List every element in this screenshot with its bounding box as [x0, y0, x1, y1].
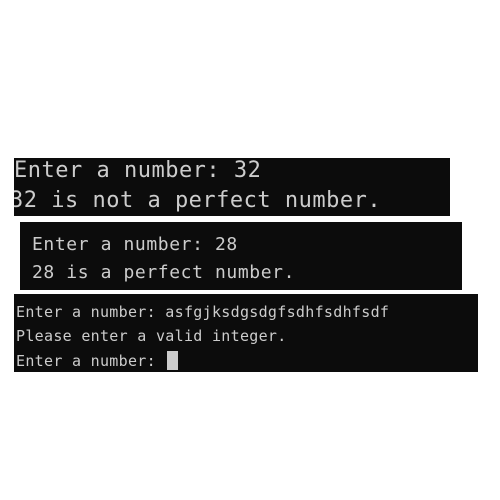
terminal-line: 32 is not a perfect number.: [14, 188, 382, 213]
terminal-line: Enter a number: 32: [14, 158, 262, 183]
terminal-output-panel-3[interactable]: Enter a number: asfgjksdgsdgfsdhfsdhfsdf…: [14, 294, 478, 372]
terminal-line: Please enter a valid integer.: [16, 327, 287, 345]
terminal-output-panel-1: Enter a number: 32 32 is not a perfect n…: [14, 158, 450, 216]
screenshot-canvas: Enter a number: 32 32 is not a perfect n…: [0, 0, 500, 500]
text-cursor: [167, 351, 179, 370]
terminal-line: Enter a number: 28: [32, 234, 238, 255]
terminal-prompt-text: Enter a number:: [16, 352, 166, 370]
terminal-line: Enter a number: asfgjksdgsdgfsdhfsdhfsdf: [16, 303, 390, 321]
terminal-prompt-line: Enter a number:: [16, 351, 179, 370]
terminal-output-panel-2: Enter a number: 28 28 is a perfect numbe…: [20, 222, 462, 290]
terminal-line: 28 is a perfect number.: [32, 262, 296, 283]
